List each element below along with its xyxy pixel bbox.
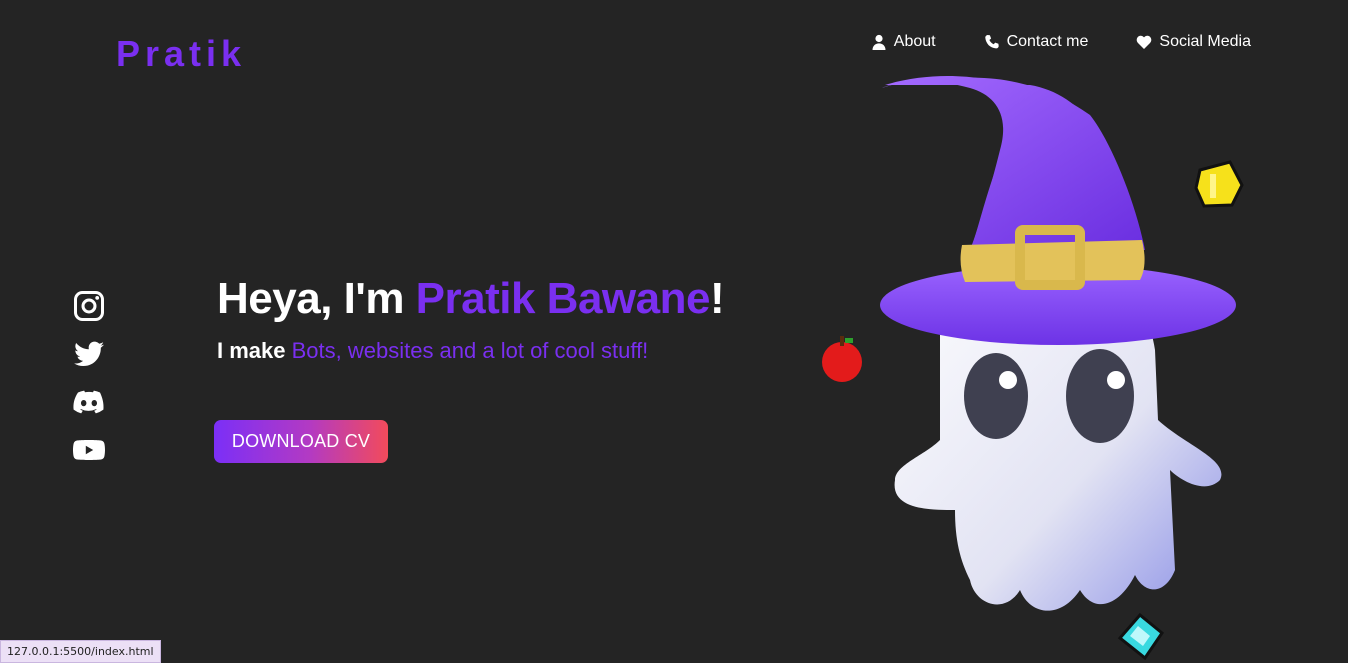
browser-status-url: 127.0.0.1:5500/index.html	[0, 640, 161, 663]
logo[interactable]: Pratik	[116, 30, 246, 78]
nav-contact-label: Contact me	[1006, 33, 1089, 50]
phone-icon	[984, 35, 999, 49]
nav-about[interactable]: About	[871, 30, 936, 54]
hero-tagline: Bots, websites and a lot of cool stuff!	[291, 338, 649, 363]
hero-exclaim: !	[709, 274, 725, 323]
heart-icon	[1137, 35, 1152, 49]
hero-subtitle: I make Bots, websites and a lot of cool …	[217, 328, 687, 374]
nav-social-label: Social Media	[1159, 33, 1251, 50]
hero-greeting: Heya, I'm	[217, 274, 416, 323]
coin-sprite	[1194, 160, 1244, 208]
top-nav: About Contact me Social Media	[871, 30, 1251, 54]
twitter-icon	[74, 341, 104, 367]
social-links	[72, 290, 106, 466]
hero: Heya, I'm Pratik Bawane! I make Bots, we…	[217, 270, 777, 374]
youtube-icon	[73, 440, 105, 460]
hat-band	[960, 240, 1145, 282]
ghost-left-eye	[964, 353, 1028, 439]
nav-social-media[interactable]: Social Media	[1136, 30, 1251, 54]
discord-icon	[73, 390, 104, 414]
hero-heading: Heya, I'm Pratik Bawane!	[217, 270, 777, 328]
nav-contact[interactable]: Contact me	[984, 30, 1089, 54]
ghost-wizard-illustration	[822, 76, 1244, 661]
apple-sprite	[822, 336, 862, 382]
diamond-sprite	[1117, 612, 1165, 661]
hero-name: Pratik Bawane	[415, 274, 711, 323]
instagram-icon	[74, 291, 104, 321]
download-cv-button[interactable]: DOWNLOAD CV	[214, 420, 388, 463]
user-icon	[872, 34, 886, 50]
youtube-link[interactable]	[72, 434, 106, 466]
twitter-link[interactable]	[72, 338, 106, 370]
discord-link[interactable]	[72, 386, 106, 418]
nav-about-label: About	[893, 33, 936, 50]
hero-lead: I make	[217, 338, 292, 363]
instagram-link[interactable]	[72, 290, 106, 322]
ghost-right-eye	[1066, 349, 1134, 443]
